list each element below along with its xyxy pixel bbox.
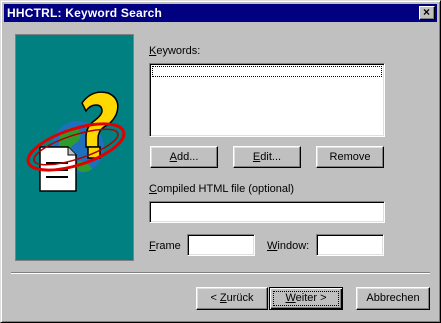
keywords-label-text: eywords: bbox=[156, 45, 201, 57]
window-mnemonic: W bbox=[267, 240, 278, 252]
footer-separator bbox=[11, 272, 430, 274]
keywords-list[interactable] bbox=[149, 63, 385, 137]
keywords-label: Keywords: bbox=[149, 45, 200, 57]
compiled-label-text: ompiled HTML file (optional) bbox=[156, 183, 295, 195]
dialog-window: HHCTRL: Keyword Search × Keywords: Add..… bbox=[0, 0, 441, 323]
title-bar: HHCTRL: Keyword Search × bbox=[4, 4, 437, 22]
next-button[interactable]: Weiter > bbox=[269, 287, 343, 310]
back-button[interactable]: < Zurück bbox=[196, 287, 268, 310]
cancel-button[interactable]: Abbrechen bbox=[356, 287, 430, 310]
add-mnemonic: A bbox=[169, 151, 177, 163]
wizard-banner bbox=[15, 34, 134, 261]
window-label: Window: bbox=[267, 240, 309, 252]
back-label: urück bbox=[226, 292, 254, 304]
close-icon: × bbox=[423, 5, 431, 19]
close-button[interactable]: × bbox=[419, 5, 435, 20]
frame-label-text: rame bbox=[155, 240, 181, 252]
cancel-label: Abbrechen bbox=[366, 292, 420, 304]
compiled-html-label: Compiled HTML file (optional) bbox=[149, 183, 294, 195]
add-button[interactable]: Add... bbox=[150, 146, 218, 168]
frame-field[interactable] bbox=[187, 234, 255, 256]
frame-mnemonic: F bbox=[149, 240, 156, 252]
edit-button[interactable]: Edit... bbox=[233, 146, 301, 168]
compiled-html-field[interactable] bbox=[149, 201, 385, 223]
back-mnemonic: Z bbox=[219, 292, 227, 304]
window-title: HHCTRL: Keyword Search bbox=[7, 6, 163, 20]
next-focus-ring bbox=[273, 291, 339, 306]
remove-button[interactable]: Remove bbox=[316, 146, 384, 168]
add-label: dd... bbox=[176, 151, 199, 163]
window-field[interactable] bbox=[316, 234, 384, 256]
edit-label: dit... bbox=[260, 151, 282, 163]
back-prefix: < bbox=[210, 292, 220, 304]
frame-label: Frame bbox=[149, 240, 181, 252]
window-label-text: indow: bbox=[277, 240, 310, 252]
compiled-mnemonic: C bbox=[149, 183, 157, 195]
remove-label: Remove bbox=[329, 151, 371, 163]
keywords-list-focus bbox=[152, 66, 382, 77]
help-document-globe-icon bbox=[26, 91, 126, 192]
